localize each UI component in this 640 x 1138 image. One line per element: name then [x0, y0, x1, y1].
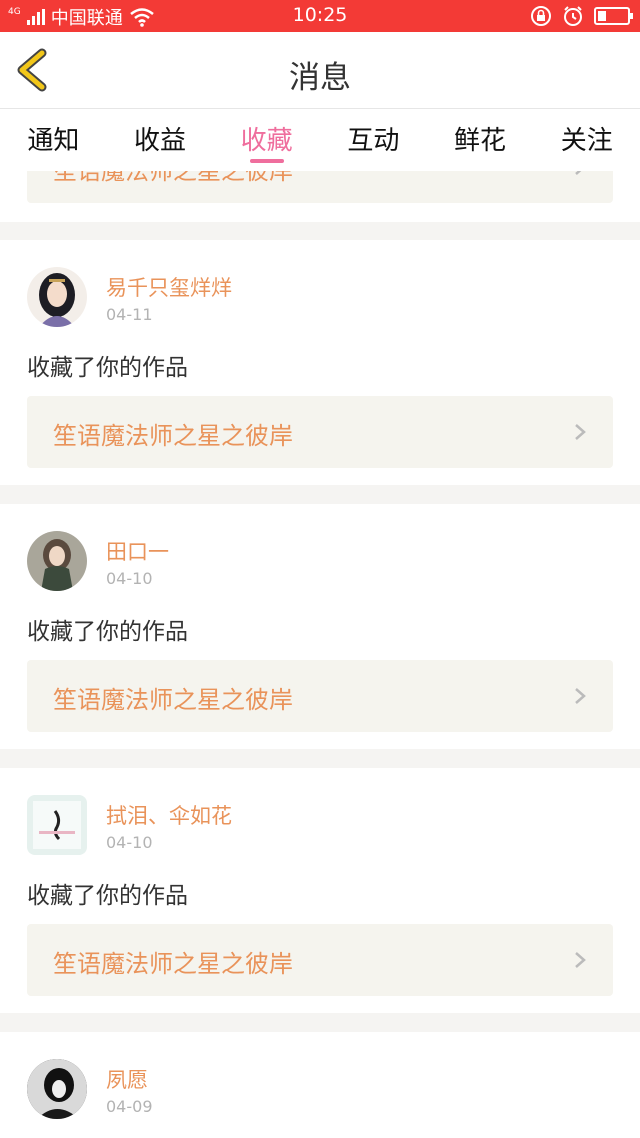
avatar[interactable]	[27, 267, 87, 327]
tab-flowers[interactable]: 鲜花	[427, 109, 534, 171]
tab-label: 鲜花	[454, 126, 507, 156]
nav-header: 消息	[0, 32, 640, 109]
list-item: 夙愿 04-09	[0, 1032, 640, 1138]
tab-label: 互动	[347, 126, 400, 156]
chevron-right-icon	[575, 952, 586, 968]
chevron-right-icon	[575, 688, 586, 704]
tab-label: 收益	[134, 126, 187, 156]
action-text: 收藏了你的作品	[27, 355, 188, 381]
tab-favorites[interactable]: 收藏	[213, 109, 320, 171]
timestamp: 04-10	[106, 833, 153, 852]
username[interactable]: 拭泪、伞如花	[106, 800, 232, 830]
status-bar: 4G 中国联通 10:25	[0, 0, 640, 32]
list-item: 易千只玺烊烊 04-11 收藏了你的作品 笙语魔法师之星之彼岸	[0, 240, 640, 485]
alarm-icon	[564, 6, 582, 26]
work-title: 笙语魔法师之星之彼岸	[53, 950, 293, 978]
message-feed[interactable]: 笙语魔法师之星之彼岸 易千只玺烊烊 04-11 收藏了你的作品 笙语魔法师之星之…	[0, 171, 640, 1138]
work-link[interactable]: 笙语魔法师之星之彼岸	[27, 171, 613, 203]
rotation-lock-icon	[531, 6, 551, 26]
work-link[interactable]: 笙语魔法师之星之彼岸	[27, 660, 613, 732]
list-item: 笙语魔法师之星之彼岸	[0, 171, 640, 222]
status-right	[530, 5, 633, 27]
username[interactable]: 易千只玺烊烊	[106, 272, 232, 302]
work-title: 笙语魔法师之星之彼岸	[53, 171, 293, 185]
avatar[interactable]	[27, 1059, 87, 1119]
avatar[interactable]	[27, 531, 87, 591]
work-title: 笙语魔法师之星之彼岸	[53, 422, 293, 450]
avatar[interactable]	[27, 795, 87, 855]
tab-notifications[interactable]: 通知	[0, 109, 107, 171]
tab-follows[interactable]: 关注	[533, 109, 640, 171]
timestamp: 04-09	[106, 1097, 153, 1116]
page-title: 消息	[289, 60, 351, 96]
chevron-right-icon	[575, 171, 582, 175]
timestamp: 04-10	[106, 569, 153, 588]
tab-earnings[interactable]: 收益	[107, 109, 214, 171]
battery-icon	[594, 7, 633, 25]
list-item: 拭泪、伞如花 04-10 收藏了你的作品 笙语魔法师之星之彼岸	[0, 768, 640, 1013]
work-title: 笙语魔法师之星之彼岸	[53, 686, 293, 714]
list-item: 田口一 04-10 收藏了你的作品 笙语魔法师之星之彼岸	[0, 504, 640, 749]
work-link[interactable]: 笙语魔法师之星之彼岸	[27, 924, 613, 996]
action-text: 收藏了你的作品	[27, 883, 188, 909]
action-text: 收藏了你的作品	[27, 619, 188, 645]
tab-label: 收藏	[240, 126, 293, 156]
timestamp: 04-11	[106, 305, 153, 324]
username[interactable]: 夙愿	[106, 1064, 148, 1094]
username[interactable]: 田口一	[106, 536, 169, 566]
chevron-right-icon	[575, 424, 586, 440]
tab-label: 通知	[27, 126, 80, 156]
tab-bar: 通知 收益 收藏 互动 鲜花 关注	[0, 109, 640, 171]
tab-label: 关注	[560, 126, 613, 156]
tab-interactions[interactable]: 互动	[320, 109, 427, 171]
work-link[interactable]: 笙语魔法师之星之彼岸	[27, 396, 613, 468]
active-tab-indicator	[249, 159, 284, 163]
